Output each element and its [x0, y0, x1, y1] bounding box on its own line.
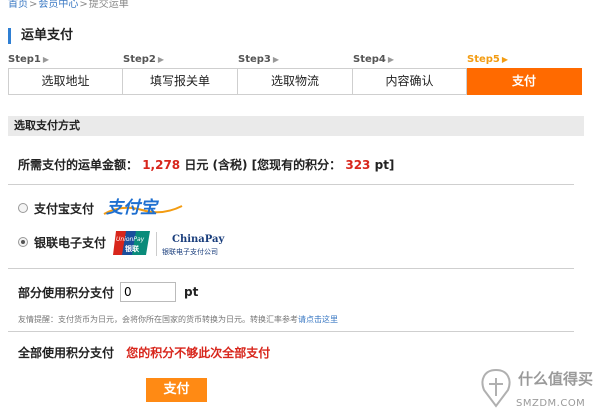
chevron-right-icon: ▶ [157, 55, 165, 64]
watermark: 什么值得买 SMZDM.COM [476, 362, 600, 419]
step-4-label: Step4 ▶ [353, 54, 395, 65]
chevron-right-icon: ▶ [501, 55, 509, 64]
breadcrumb: 首页>会员中心>提交运单 [8, 0, 129, 10]
tip-text: 友情提醒：支付货币为日元，会将你所在国家的货币转换为日元。转换汇率参考 [18, 315, 298, 324]
unionpay-label: 银联电子支付 [34, 235, 107, 250]
step-3-label: Step3 ▶ [238, 54, 280, 65]
amount-summary: 所需支付的运单金额： 1,278 日元 (含税) [您现有的积分： 323 pt… [18, 156, 394, 173]
step-3: Step3 ▶ 选取物流 [238, 54, 353, 96]
breadcrumb-home-link[interactable]: 首页 [8, 0, 28, 10]
chinapay-logo-cn-text: 银联电子支付公司 [162, 247, 218, 256]
watermark-url: SMZDM.COM [516, 398, 586, 409]
chevron-right-icon: ▶ [42, 55, 50, 64]
step-4-name: 内容确认 [353, 68, 467, 95]
all-points-warning: 您的积分不够此次全部支付 [126, 346, 271, 360]
partial-points-input[interactable] [120, 282, 177, 302]
step-2: Step2 ▶ 填写报关单 [123, 54, 238, 96]
exchange-rate-link[interactable]: 请点击这里 [298, 315, 338, 324]
chinapay-logo: ChinaPay 银联电子支付公司 [156, 232, 226, 256]
divider [8, 331, 574, 332]
divider [8, 268, 574, 269]
unionpay-option[interactable]: 银联电子支付 [18, 230, 106, 254]
unionpay-radio[interactable] [18, 237, 28, 247]
unionpay-logo: UnionPay 银联 [113, 231, 150, 255]
points-value: 323 [345, 158, 371, 172]
points-unit: pt] [374, 158, 395, 172]
amount-unit: 日元 (含税) [您现有的积分： [184, 158, 342, 172]
section-header: 选取支付方式 [8, 116, 584, 136]
alipay-logo: 支付宝 [103, 198, 183, 218]
step-5: Step5 ▶ 支付 [467, 54, 582, 96]
breadcrumb-separator: > [29, 0, 38, 10]
step-1: Step1 ▶ 选取地址 [8, 54, 123, 96]
chevron-right-icon: ▶ [272, 55, 280, 64]
chevron-right-icon: ▶ [387, 55, 395, 64]
amount-value: 1,278 [142, 158, 181, 172]
unionpay-logo-cn-text: 银联 [125, 244, 140, 253]
page-title: 运单支付 [8, 28, 73, 44]
step-3-name: 选取物流 [238, 68, 353, 95]
alipay-radio[interactable] [18, 203, 28, 213]
step-4: Step4 ▶ 内容确认 [353, 54, 467, 96]
amount-prefix: 所需支付的运单金额： [18, 158, 139, 172]
partial-points-row: 部分使用积分支付 pt [18, 281, 198, 303]
breadcrumb-separator: > [79, 0, 88, 10]
alipay-option[interactable]: 支付宝支付 [18, 196, 94, 220]
exchange-rate-tip: 友情提醒：支付货币为日元，会将你所在国家的货币转换为日元。转换汇率参考请点击这里 [18, 314, 338, 325]
watermark-text: 什么值得买 [518, 370, 594, 388]
step-progress: Step1 ▶ 选取地址 Step2 ▶ 填写报关单 Step3 ▶ 选取物流 Ste… [8, 54, 582, 96]
chinapay-logo-text: ChinaPay [172, 234, 226, 245]
step-5-label: Step5 ▶ [467, 54, 509, 65]
alipay-logo-text: 支付宝 [106, 198, 160, 218]
unionpay-logo-text: UnionPay [116, 236, 145, 243]
step-1-name: 选取地址 [8, 68, 123, 95]
partial-points-unit: pt [184, 285, 199, 299]
breadcrumb-current: 提交运单 [88, 0, 129, 10]
all-points-label: 全部使用积分支付 [18, 346, 115, 360]
divider [8, 184, 574, 185]
breadcrumb-member-center-link[interactable]: 会员中心 [38, 0, 78, 10]
all-points-row: 全部使用积分支付 您的积分不够此次全部支付 [18, 344, 270, 361]
pay-button[interactable]: 支付 [146, 378, 207, 402]
partial-points-label: 部分使用积分支付 [18, 285, 115, 300]
smzdm-logo-icon [481, 368, 511, 408]
step-2-label: Step2 ▶ [123, 54, 165, 65]
alipay-label: 支付宝支付 [34, 201, 95, 216]
step-5-name: 支付 [467, 68, 582, 95]
step-2-name: 填写报关单 [123, 68, 238, 95]
step-1-label: Step1 ▶ [8, 54, 50, 65]
